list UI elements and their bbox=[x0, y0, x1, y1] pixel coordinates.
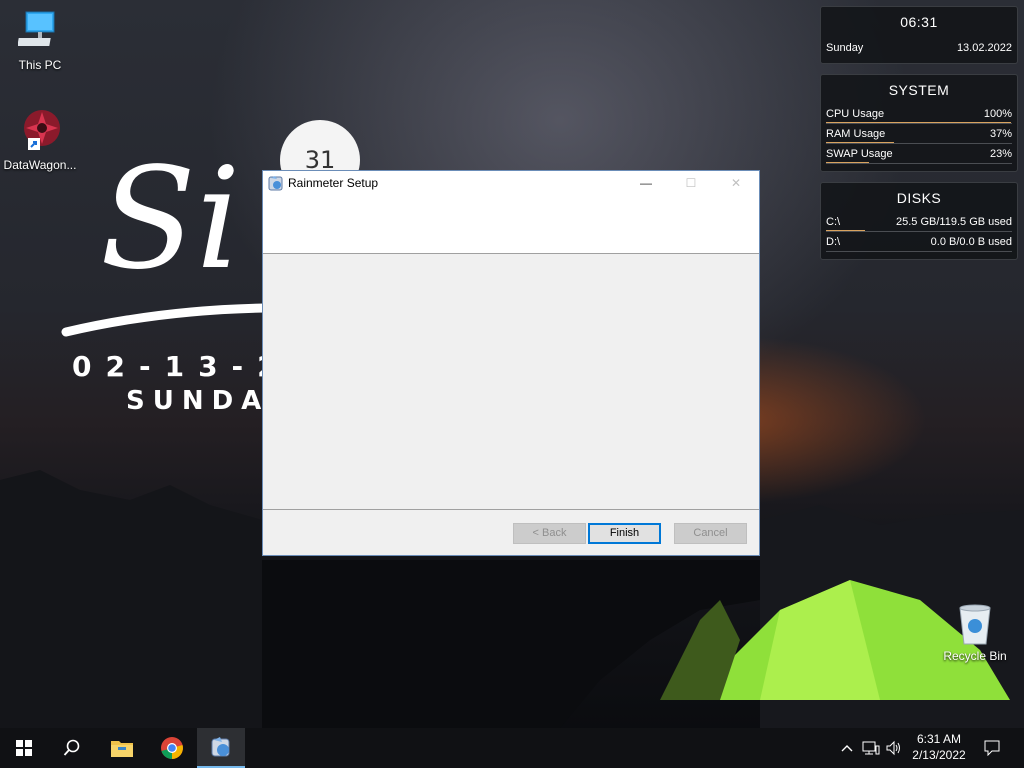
dialog-title: Rainmeter Setup bbox=[288, 176, 379, 190]
datawagon-shortcut-icon bbox=[24, 110, 60, 150]
taskbar-time: 6:31 AM bbox=[916, 732, 962, 746]
cpu-usage-label: CPU Usage bbox=[826, 108, 885, 120]
cpu-usage-bar bbox=[826, 122, 1011, 123]
system-widget: SYSTEM CPU Usage 100% RAM Usage 37% SWAP… bbox=[820, 74, 1018, 172]
widget-day: Sunday bbox=[826, 42, 864, 54]
show-hidden-icons-button[interactable] bbox=[838, 728, 856, 768]
dialog-footer-separator bbox=[263, 509, 759, 510]
disks-widget: DISKS C:\ 25.5 GB/119.5 GB used D:\ 0.0 … bbox=[820, 182, 1018, 260]
minimize-button[interactable]: — bbox=[623, 171, 669, 195]
disk-c-value: 25.5 GB/119.5 GB used bbox=[896, 216, 1012, 228]
disk-c-label: C:\ bbox=[826, 216, 841, 228]
disk-d-row: D:\ 0.0 B/0.0 B used bbox=[821, 232, 1017, 252]
disk-c-bar bbox=[826, 230, 865, 231]
swap-usage-bar bbox=[826, 162, 869, 163]
clock-skin-swoosh bbox=[61, 303, 269, 337]
ram-usage-label: RAM Usage bbox=[826, 128, 886, 140]
cancel-button[interactable]: Cancel bbox=[674, 523, 747, 544]
this-pc-desktop-icon[interactable]: This PC bbox=[0, 8, 80, 72]
search-button[interactable] bbox=[48, 728, 96, 768]
cpu-usage-row: CPU Usage 100% bbox=[821, 104, 1017, 124]
recycle-bin-icon bbox=[959, 604, 991, 645]
action-center-button[interactable] bbox=[978, 728, 1006, 768]
network-tray-button[interactable] bbox=[860, 728, 882, 768]
disk-d-label: D:\ bbox=[826, 236, 841, 248]
finish-button[interactable]: Finish bbox=[588, 523, 661, 544]
datawagon-label: DataWagon... bbox=[3, 158, 77, 172]
taskbar: 6:31 AM 2/13/2022 bbox=[0, 728, 1024, 768]
disk-c-row: C:\ 25.5 GB/119.5 GB used bbox=[821, 212, 1017, 232]
rainmeter-setup-taskbar-button[interactable] bbox=[197, 728, 245, 768]
taskbar-clock[interactable]: 6:31 AM 2/13/2022 bbox=[900, 731, 978, 763]
ram-usage-value: 37% bbox=[989, 128, 1012, 140]
clock-skin-script-text: Si bbox=[100, 138, 241, 301]
file-explorer-taskbar-button[interactable] bbox=[98, 728, 146, 768]
swap-usage-row: SWAP Usage 23% bbox=[821, 144, 1017, 164]
system-widget-title: SYSTEM bbox=[888, 82, 950, 98]
cpu-usage-value: 100% bbox=[983, 108, 1012, 120]
recycle-bin-desktop-icon[interactable]: Recycle Bin bbox=[940, 600, 1010, 663]
rainmeter-icon bbox=[268, 176, 283, 191]
rainmeter-setup-dialog: Rainmeter Setup — ☐ ✕ < Back Finish Canc… bbox=[262, 170, 760, 556]
notification-icon bbox=[984, 740, 1000, 756]
windows-logo-icon bbox=[16, 740, 32, 756]
widget-date: 13.02.2022 bbox=[956, 42, 1012, 54]
widget-time: 06:31 bbox=[900, 14, 938, 30]
taskbar-date: 2/13/2022 bbox=[912, 748, 966, 762]
rainmeter-setup-icon bbox=[211, 737, 230, 757]
ram-usage-row: RAM Usage 37% bbox=[821, 124, 1017, 144]
this-pc-label: This PC bbox=[18, 58, 62, 72]
chrome-taskbar-button[interactable] bbox=[148, 728, 196, 768]
close-button[interactable]: ✕ bbox=[713, 171, 759, 195]
chevron-up-icon bbox=[841, 745, 853, 752]
time-widget: 06:31 Sunday 13.02.2022 bbox=[820, 6, 1018, 64]
back-button[interactable]: < Back bbox=[513, 523, 586, 544]
chrome-icon bbox=[161, 737, 183, 759]
folder-icon bbox=[111, 741, 133, 757]
swap-usage-label: SWAP Usage bbox=[826, 148, 893, 160]
network-icon bbox=[862, 741, 880, 755]
ram-usage-bar bbox=[826, 142, 895, 143]
start-button[interactable] bbox=[0, 728, 48, 768]
dialog-header: Rainmeter Setup — ☐ ✕ bbox=[263, 171, 759, 254]
disk-d-value: 0.0 B/0.0 B used bbox=[930, 236, 1012, 248]
computer-icon bbox=[17, 11, 55, 46]
swap-usage-value: 23% bbox=[989, 148, 1012, 160]
recycle-bin-label: Recycle Bin bbox=[943, 649, 1007, 663]
search-icon bbox=[63, 739, 80, 756]
datawagon-desktop-icon[interactable]: DataWagon... bbox=[0, 108, 80, 172]
disks-widget-title: DISKS bbox=[896, 190, 942, 206]
maximize-button[interactable]: ☐ bbox=[668, 171, 714, 195]
